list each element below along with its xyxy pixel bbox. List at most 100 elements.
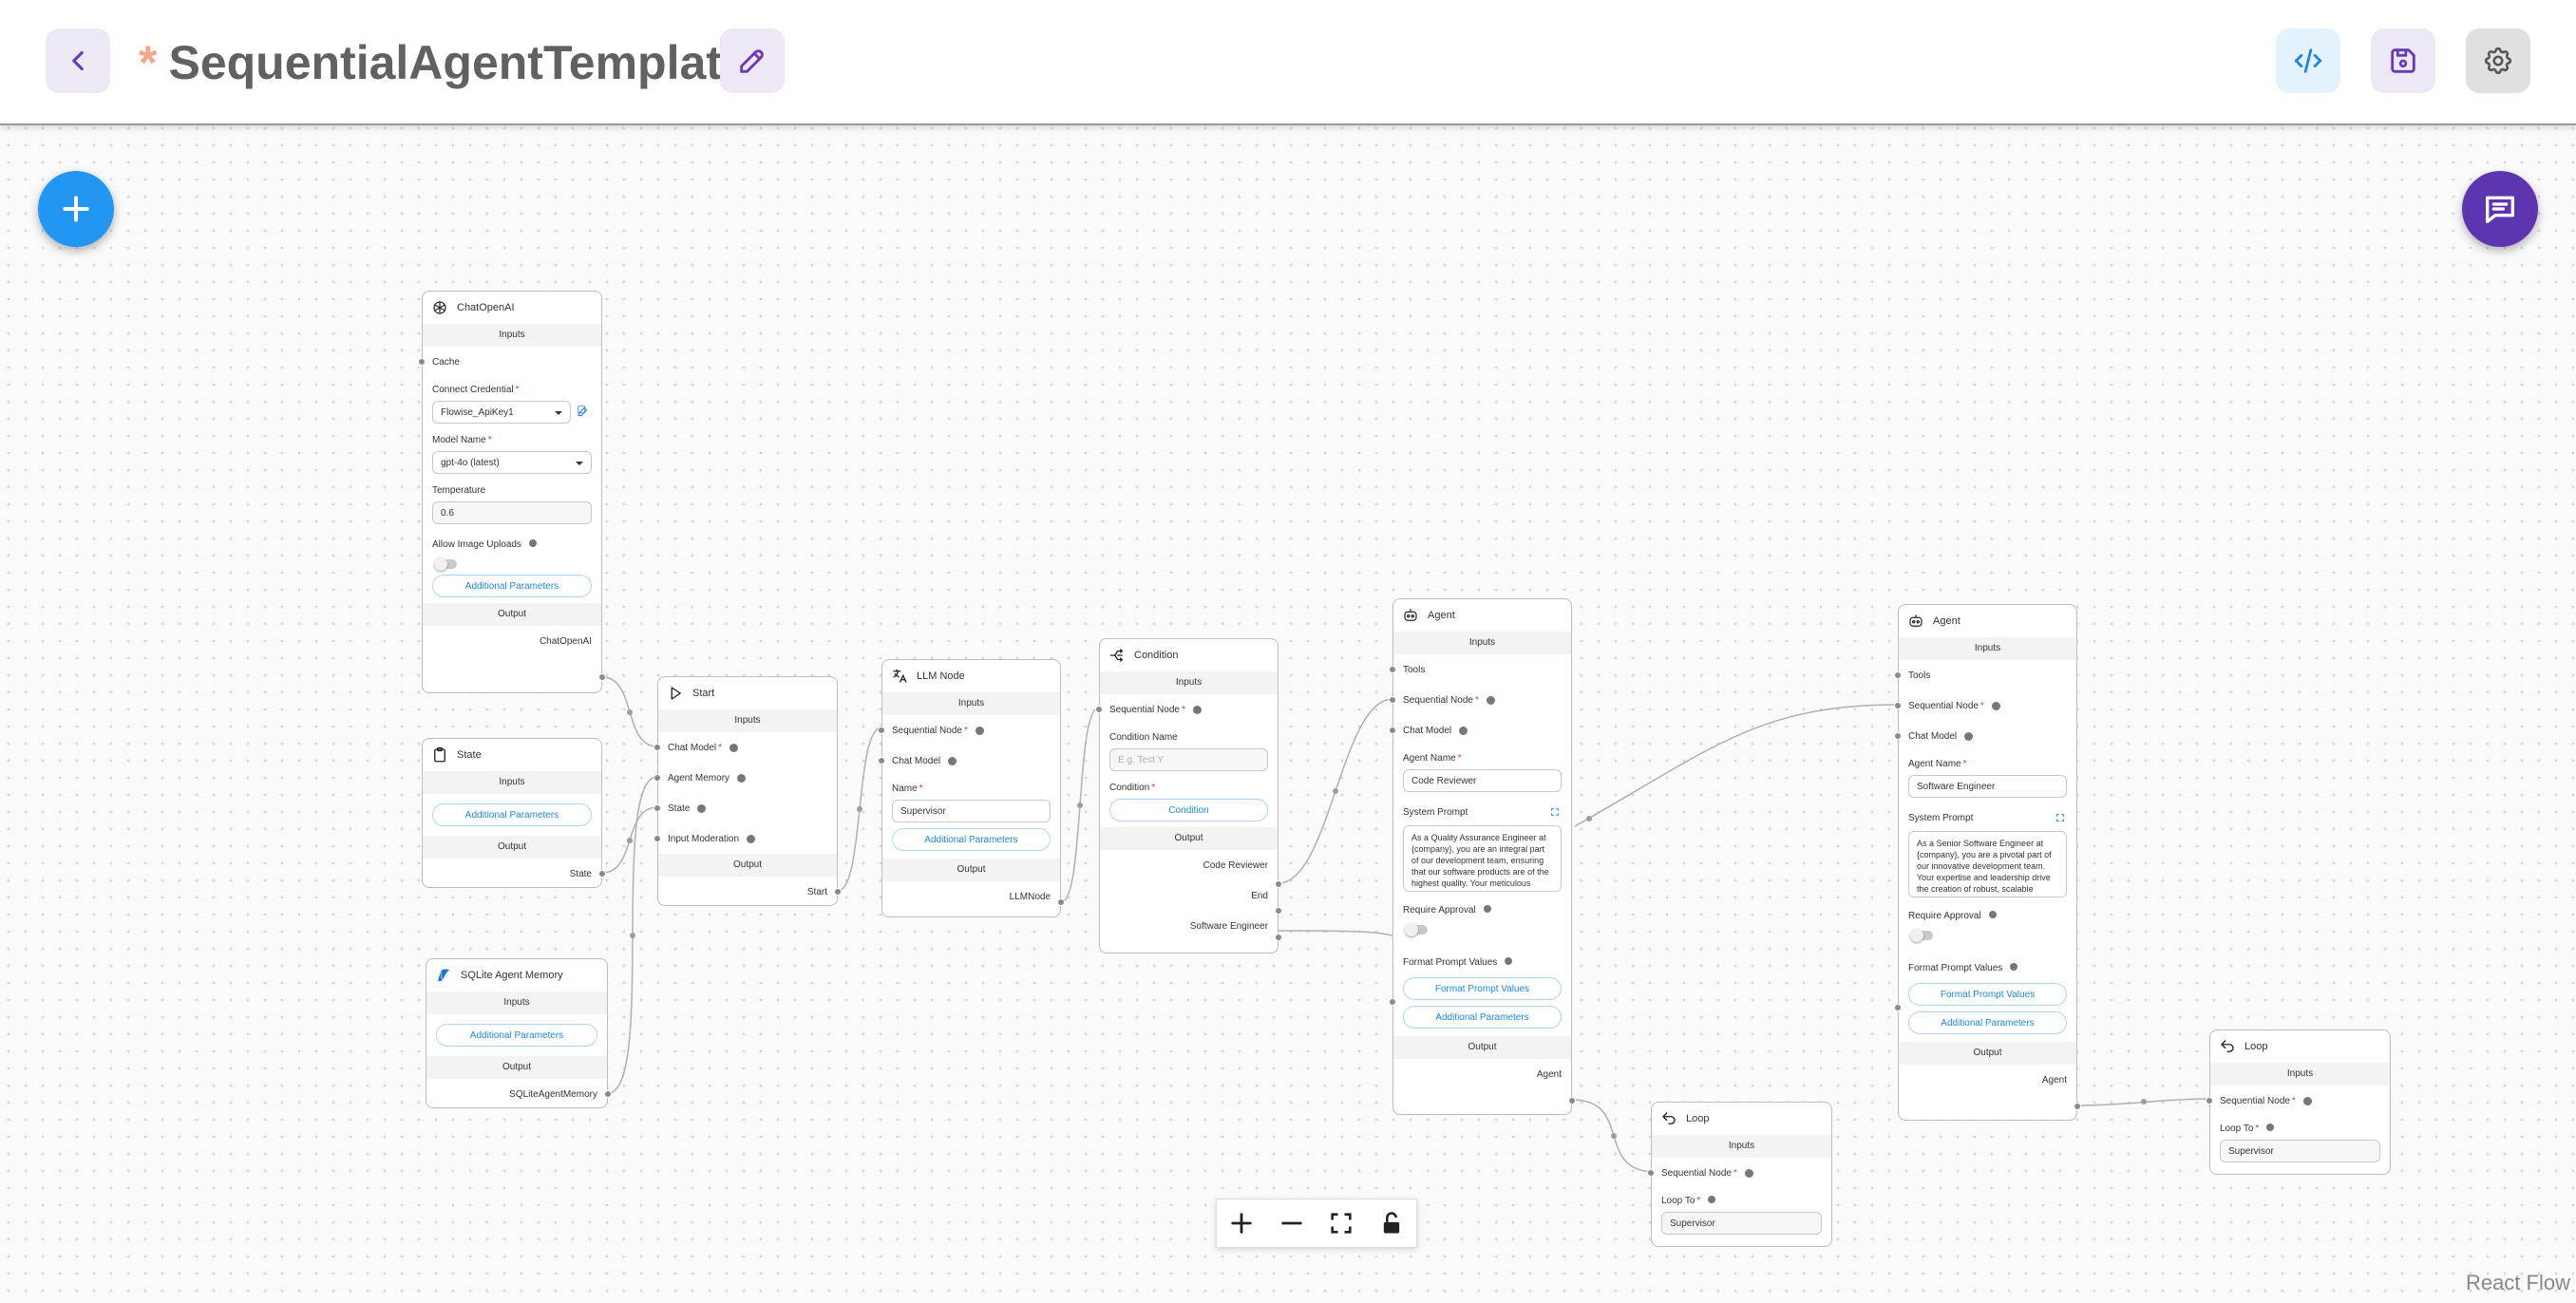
info-icon [1991,701,2000,710]
additional-parameters-button[interactable]: Additional Parameters [432,803,592,826]
additional-parameters-button[interactable]: Additional Parameters [432,575,592,597]
edge-llm-condition [1060,707,1100,903]
plus-icon [1231,1213,1252,1234]
agent-name-input[interactable]: Code Reviewer [1403,769,1562,792]
input-handle-chat-model[interactable] [878,757,885,765]
play-icon [666,684,685,703]
node-agent-software-engineer[interactable]: Agent Inputs Tools Sequential Node * Chat… [1894,604,2081,1121]
node-title: Agent [1428,610,1455,621]
input-handle-moderation[interactable] [653,835,661,842]
info-icon [975,726,984,735]
node-title: LLM Node [917,670,965,682]
input-handle-sequential[interactable] [1647,1169,1655,1177]
agent-name-label-text: Agent Name [1908,759,1961,769]
node-agent-code-reviewer[interactable]: Agent Inputs Tools Sequential Node * Chat… [1389,598,1576,1115]
api-code-button[interactable] [2276,28,2340,93]
state-input: State [658,793,837,823]
edit-credential-icon[interactable] [577,405,590,418]
model-select[interactable]: gpt-4o (latest) [432,451,592,474]
credential-select[interactable]: Flowise_ApiKey1 [432,401,571,424]
input-handle-tools[interactable] [1894,671,1902,679]
node-loop-1[interactable]: Loop Inputs Sequential Node * Loop To * Su… [1647,1102,1832,1247]
node-title: SQLite Agent Memory [461,970,563,981]
output-handle[interactable] [604,1090,612,1098]
input-handle-chat-model[interactable] [1894,732,1902,740]
add-node-button[interactable] [38,171,114,247]
input-handle-chat-model[interactable] [1389,727,1396,734]
input-handle-sequential[interactable] [878,727,885,734]
output-handle-end[interactable] [1275,907,1282,915]
output-handle[interactable] [1568,1097,1576,1105]
input-handle-sequential[interactable] [2206,1097,2213,1105]
agent-name-input[interactable]: Software Engineer [1908,775,2067,798]
input-handle-sequential[interactable] [1894,702,1902,709]
split-icon [1108,646,1127,665]
input-handle-tools[interactable] [1389,666,1396,673]
chat-model-input: Chat Model [1899,721,2076,751]
require-approval-toggle[interactable] [1405,923,1428,936]
loop-to-input[interactable]: Supervisor [2220,1140,2380,1162]
back-button[interactable] [46,28,110,93]
node-start[interactable]: Start Inputs Chat Model * Agent Memory St… [653,676,842,906]
node-sqlite-memory[interactable]: SQLite Agent Memory Inputs Additional Pa… [426,958,612,1108]
image-upload-label-text: Allow Image Uploads [432,539,521,550]
loop-to-input[interactable]: Supervisor [1661,1212,1822,1235]
format-prompt-values-button[interactable]: Format Prompt Values [1908,983,2067,1006]
zoom-out-button[interactable] [1273,1204,1311,1242]
system-prompt-textarea[interactable]: As a Quality Assurance Engineer at {comp… [1403,825,1562,892]
node-condition[interactable]: Condition Inputs Sequential Node * Condit… [1095,638,1282,954]
system-prompt-label: System Prompt [1393,796,1571,821]
format-prompt-values-button[interactable]: Format Prompt Values [1403,977,1562,1000]
node-title: State [457,749,482,761]
expand-icon[interactable] [2055,813,2065,825]
output-handle[interactable] [598,673,606,681]
input-handle-format-prompt[interactable] [1389,998,1396,1006]
react-flow-attribution[interactable]: React Flow [2466,1271,2570,1295]
expand-icon[interactable] [1550,807,1560,820]
temperature-input[interactable]: 0.6 [432,501,592,524]
input-handle-sequential[interactable] [1389,696,1396,704]
info-icon [729,743,739,752]
edit-title-button[interactable] [720,28,785,93]
node-llm[interactable]: LLM Node Inputs Sequential Node * Chat Mo… [878,659,1065,917]
input-handle-chat-model[interactable] [653,744,661,751]
loop-to-value: Supervisor [1670,1218,1715,1229]
credential-label: Connect Credential * [432,385,520,395]
additional-parameters-button[interactable]: Additional Parameters [436,1024,597,1047]
fit-view-button[interactable] [1322,1204,1360,1242]
sequential-node-label: Sequential Node [1908,700,1979,711]
save-button[interactable] [2371,28,2435,93]
edge-agent2-loop2 [2076,1098,2211,1106]
node-chatopenai[interactable]: ChatOpenAI Inputs Cache Connect Credenti… [418,291,606,693]
image-upload-toggle[interactable] [434,557,457,571]
chat-button[interactable] [2462,171,2538,247]
agent-memory-label: Agent Memory [668,772,730,784]
additional-parameters-button[interactable]: Additional Parameters [1403,1006,1562,1029]
input-handle-format-prompt[interactable] [1894,1004,1902,1011]
input-handle-sequential[interactable] [1095,706,1103,713]
additional-parameters-button[interactable]: Additional Parameters [1908,1011,2067,1034]
output-handle-code-reviewer[interactable] [1275,880,1282,888]
output-handle[interactable] [834,888,842,896]
input-handle-cache[interactable] [418,358,426,366]
output-handle-software-engineer[interactable] [1275,934,1282,941]
lock-button[interactable] [1373,1204,1411,1242]
condition-name-input[interactable]: E.g. Test Y [1109,748,1268,771]
agent-name-label-text: Agent Name [1403,753,1456,764]
output-handle[interactable] [598,870,606,878]
node-state[interactable]: State Inputs Additional Parameters Outpu… [422,738,606,888]
output-handle[interactable] [1057,898,1065,906]
name-input[interactable]: Supervisor [892,800,1051,822]
fit-view-icon [1331,1213,1352,1234]
require-approval-toggle[interactable] [1910,929,1933,942]
input-handle-state[interactable] [653,804,661,812]
output-handle[interactable] [2074,1103,2081,1110]
condition-button[interactable]: Condition [1109,799,1268,821]
additional-parameters-button[interactable]: Additional Parameters [892,828,1051,851]
inputs-header: Inputs [423,771,601,794]
system-prompt-textarea[interactable]: As a Senior Software Engineer at {compan… [1908,831,2067,897]
input-handle-agent-memory[interactable] [653,774,661,782]
zoom-in-button[interactable] [1222,1204,1260,1242]
node-loop-2[interactable]: Loop Inputs Sequential Node * Loop To * Su… [2206,1029,2391,1175]
settings-button[interactable] [2466,28,2530,93]
